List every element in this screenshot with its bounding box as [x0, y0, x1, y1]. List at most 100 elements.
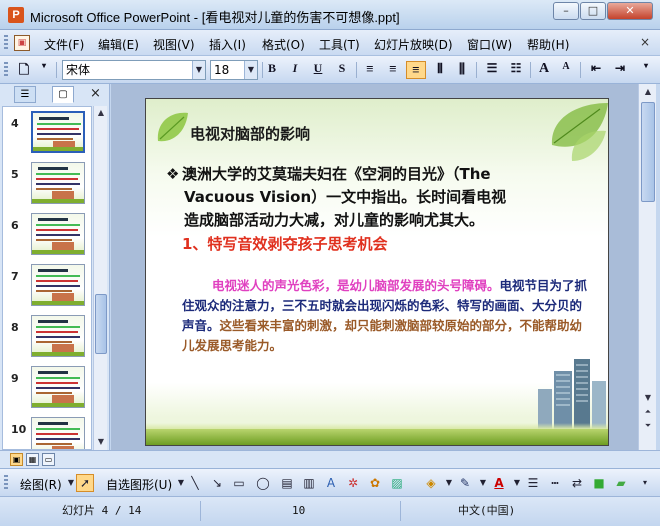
bullets-icon[interactable]: ☷: [506, 61, 526, 79]
chevron-down-icon[interactable]: ▼: [244, 61, 257, 79]
slide-thumbnail-row[interactable]: 4: [3, 111, 91, 161]
font-color-icon[interactable]: A: [490, 474, 508, 492]
toolbar-options-icon[interactable]: ▾: [34, 61, 54, 79]
slides-tab-icon[interactable]: ▢: [52, 86, 74, 103]
next-slide-icon[interactable]: ⏷: [642, 420, 654, 432]
clipart-icon[interactable]: ✿: [366, 474, 384, 492]
line-style-icon[interactable]: ☰: [524, 474, 542, 492]
document-icon[interactable]: ▣: [14, 35, 30, 51]
scroll-up-icon[interactable]: ▲: [642, 86, 654, 98]
menu-tools[interactable]: 工具(T): [319, 36, 360, 53]
slide-number: 8: [11, 321, 19, 334]
draw-menu[interactable]: 绘图(R): [20, 476, 62, 493]
maximize-button[interactable]: □: [580, 2, 606, 20]
scrollbar-thumb[interactable]: [95, 294, 107, 354]
slide-scrollbar[interactable]: ▲ ▼ ⏶ ⏷: [638, 84, 656, 450]
shadow-button[interactable]: S: [332, 61, 352, 79]
select-pointer-icon[interactable]: ➚: [76, 474, 94, 492]
distribute-icon[interactable]: ⫼: [452, 61, 472, 79]
close-pane-icon[interactable]: ×: [90, 86, 101, 101]
bullet-line: 造成脑部活动力大减，对儿童的影响尤其大。: [184, 211, 485, 229]
pane-scrollbar[interactable]: ▲ ▼: [93, 106, 107, 450]
line-color-icon[interactable]: ✎: [456, 474, 474, 492]
align-right-icon[interactable]: ≡: [406, 61, 426, 79]
chevron-down-icon[interactable]: ▼: [192, 61, 205, 79]
dash-style-icon[interactable]: ┅: [546, 474, 564, 492]
italic-button[interactable]: I: [285, 61, 305, 79]
picture-icon[interactable]: ▨: [388, 474, 406, 492]
shadow-style-icon[interactable]: ■: [590, 474, 608, 492]
align-left-icon[interactable]: ≡: [360, 61, 380, 79]
wordart-icon[interactable]: A: [322, 474, 340, 492]
slide-thumbnail-row[interactable]: 5: [3, 162, 91, 212]
menu-file[interactable]: 文件(F): [44, 36, 84, 53]
close-button[interactable]: ✕: [607, 2, 653, 20]
slide-thumbnail-row[interactable]: 8: [3, 315, 91, 365]
rectangle-tool-icon[interactable]: ▭: [230, 474, 248, 492]
slide-thumbnail[interactable]: [31, 366, 85, 408]
slide-thumbnail[interactable]: [31, 213, 85, 255]
underline-button[interactable]: U: [308, 61, 328, 79]
font-size-select[interactable]: 18 ▼: [210, 60, 258, 80]
body-paragraph[interactable]: 电视迷人的声光色彩，是幼儿脑部发展的头号障碍。电视节目为了抓住观众的注意力，三不…: [182, 276, 592, 356]
toolbar-grip[interactable]: [4, 475, 8, 491]
fill-color-icon[interactable]: ◈: [422, 474, 440, 492]
sub-heading[interactable]: 1、特写音效剥夺孩子思考机会: [182, 233, 387, 254]
vertical-textbox-icon[interactable]: ▥: [300, 474, 318, 492]
increase-font-button[interactable]: A: [534, 61, 554, 79]
slide-thumbnail[interactable]: [31, 162, 85, 204]
slide-thumbnail[interactable]: [31, 315, 85, 357]
decrease-indent-icon[interactable]: ⇤: [586, 61, 606, 79]
decrease-font-button[interactable]: A: [556, 61, 576, 79]
toolbar-grip[interactable]: [4, 35, 8, 51]
menu-format[interactable]: 格式(O): [262, 36, 305, 53]
menu-help[interactable]: 帮助(H): [527, 36, 569, 53]
font-name-select[interactable]: 宋体 ▼: [62, 60, 206, 80]
menu-slideshow[interactable]: 幻灯片放映(D): [374, 36, 453, 53]
increase-indent-icon[interactable]: ⇥: [610, 61, 630, 79]
minimize-button[interactable]: –: [553, 2, 579, 20]
line-tool-icon[interactable]: ╲: [186, 474, 204, 492]
leaf-decoration-icon: [551, 103, 608, 161]
slide-thumbnail-row[interactable]: 10: [3, 417, 91, 449]
toolbar-grip[interactable]: [4, 62, 8, 78]
font-name-value: 宋体: [66, 63, 91, 77]
sorter-view-icon[interactable]: ▦: [26, 453, 39, 466]
toolbar-options-icon[interactable]: ▾: [636, 474, 654, 492]
columns-icon[interactable]: ⫴: [430, 61, 450, 79]
toolbar-options-icon[interactable]: ▾: [636, 61, 656, 79]
previous-slide-icon[interactable]: ⏶: [642, 406, 654, 418]
scroll-down-icon[interactable]: ▼: [642, 392, 654, 404]
normal-view-icon[interactable]: ▣: [10, 453, 23, 466]
autoshapes-menu[interactable]: 自选图形(U): [106, 476, 172, 493]
slide-thumbnail[interactable]: [31, 264, 85, 306]
slide-title[interactable]: 电视对脑部的影响: [190, 123, 310, 144]
arrow-tool-icon[interactable]: ↘: [208, 474, 226, 492]
scroll-up-icon[interactable]: ▲: [95, 107, 107, 119]
slide-thumbnail-row[interactable]: 6: [3, 213, 91, 263]
diagram-icon[interactable]: ✲: [344, 474, 362, 492]
new-slide-icon[interactable]: 🗋: [14, 61, 34, 79]
scrollbar-thumb[interactable]: [641, 102, 655, 202]
slide-canvas[interactable]: 电视对脑部的影响 ❖ 澳洲大学的艾莫瑞夫妇在《空洞的目光》（The Vacuous…: [145, 98, 609, 446]
scroll-down-icon[interactable]: ▼: [95, 436, 107, 448]
3d-style-icon[interactable]: ▰: [612, 474, 630, 492]
menu-edit[interactable]: 编辑(E): [98, 36, 139, 53]
slideshow-view-icon[interactable]: ▭: [42, 453, 55, 466]
bold-button[interactable]: B: [262, 61, 282, 79]
bullet-paragraph[interactable]: ❖ 澳洲大学的艾莫瑞夫妇在《空洞的目光》（The Vacuous Vision）一…: [166, 163, 586, 232]
outline-tab-icon[interactable]: ☰: [14, 86, 36, 103]
slide-thumbnail-row[interactable]: 7: [3, 264, 91, 314]
slide-thumbnail[interactable]: [31, 111, 85, 153]
slide-thumbnail-row[interactable]: 9: [3, 366, 91, 416]
align-center-icon[interactable]: ≡: [383, 61, 403, 79]
close-document-icon[interactable]: ×: [640, 35, 650, 49]
numbering-icon[interactable]: ☰: [482, 61, 502, 79]
arrow-style-icon[interactable]: ⇄: [568, 474, 586, 492]
menu-insert[interactable]: 插入(I): [209, 36, 246, 53]
slide-thumbnail[interactable]: [31, 417, 85, 449]
textbox-tool-icon[interactable]: ▤: [278, 474, 296, 492]
oval-tool-icon[interactable]: ◯: [254, 474, 272, 492]
menu-view[interactable]: 视图(V): [153, 36, 195, 53]
menu-window[interactable]: 窗口(W): [467, 36, 512, 53]
